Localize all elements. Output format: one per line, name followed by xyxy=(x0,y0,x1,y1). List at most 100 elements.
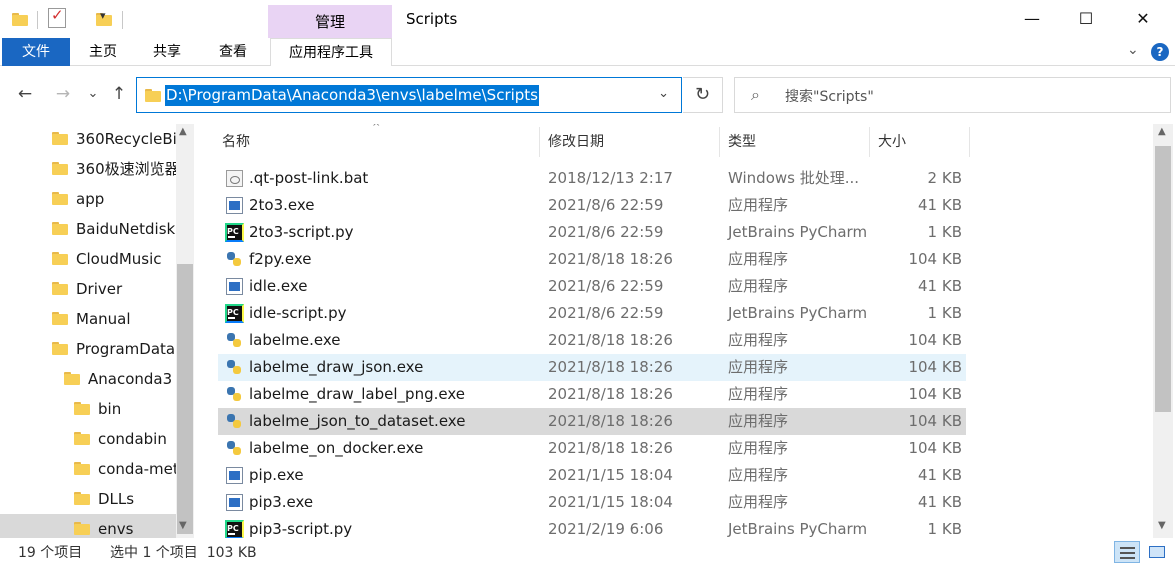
file-row[interactable]: idle-script.py 2021/8/6 22:59 JetBrains Py… xyxy=(218,299,966,327)
tree-item[interactable]: ProgramData xyxy=(0,334,176,364)
file-row[interactable]: labelme_json_to_dataset.exe 2021/8/18 18:… xyxy=(218,408,966,435)
file-row[interactable]: .qt-post-link.bat 2018/12/13 2:17 Windows … xyxy=(218,165,966,192)
scrollbar-thumb[interactable] xyxy=(177,264,193,534)
folder-icon xyxy=(52,132,68,145)
file-size: 41 KB xyxy=(918,466,962,484)
file-row[interactable]: pip3-script.py 2021/2/19 6:06 JetBrains Py… xyxy=(218,515,966,538)
tree-scrollbar[interactable]: ▲ ▼ xyxy=(176,124,194,538)
file-date: 2021/2/19 6:06 xyxy=(548,520,664,538)
tree-item-label: Driver xyxy=(76,280,123,298)
column-size[interactable]: 大小 xyxy=(870,127,970,157)
folder-icon xyxy=(12,13,28,26)
tab-home[interactable]: 主页 xyxy=(76,38,130,66)
python-icon xyxy=(226,332,243,349)
tree-item[interactable]: DLLs xyxy=(0,484,176,514)
up-button[interactable]: ↑ xyxy=(108,83,130,105)
file-row[interactable]: labelme_draw_label_png.exe 2021/8/18 18:2… xyxy=(218,381,966,408)
file-row[interactable]: idle.exe 2021/8/6 22:59 应用程序 41 KB xyxy=(218,273,966,300)
file-size: 2 KB xyxy=(927,169,962,187)
search-icon: ⌕ xyxy=(751,85,760,104)
folder-icon xyxy=(52,252,68,265)
scroll-up-icon[interactable]: ▲ xyxy=(1158,126,1166,137)
tab-application-tools[interactable]: 应用程序工具 xyxy=(270,38,392,67)
customize-dropdown-icon[interactable]: ▾ xyxy=(100,9,106,29)
file-type: JetBrains PyCharm xyxy=(728,223,868,241)
file-date: 2018/12/13 2:17 xyxy=(548,169,673,187)
details-view-icon[interactable] xyxy=(1114,541,1140,563)
forward-button[interactable]: → xyxy=(52,83,74,105)
scrollbar-thumb[interactable] xyxy=(1155,146,1171,412)
ribbon-expand-icon[interactable]: ⌄ xyxy=(1127,42,1139,58)
file-size: 104 KB xyxy=(908,250,962,268)
file-row[interactable]: pip3.exe 2021/1/15 18:04 应用程序 41 KB xyxy=(218,489,966,516)
search-input[interactable]: ⌕ 搜索"Scripts" xyxy=(734,77,1171,113)
refresh-button[interactable]: ↻ xyxy=(683,77,723,113)
file-date: 2021/8/18 18:26 xyxy=(548,439,673,457)
tree-item[interactable]: condabin xyxy=(0,424,176,454)
folder-icon xyxy=(74,522,90,535)
exe-icon xyxy=(226,467,243,484)
scroll-down-icon[interactable]: ▼ xyxy=(1158,520,1166,531)
python-icon xyxy=(226,251,243,268)
help-icon[interactable]: ? xyxy=(1151,43,1169,61)
item-count: 19 个项目 xyxy=(18,545,83,561)
file-list: ^ 名称 修改日期 类型 大小 .qt-post-link.bat 2018/12… xyxy=(196,124,1153,538)
tree-item[interactable]: 360RecycleBin xyxy=(0,124,176,154)
scroll-up-icon[interactable]: ▲ xyxy=(179,126,187,137)
folder-icon xyxy=(52,342,68,355)
tree-item[interactable]: conda-meta xyxy=(0,454,176,484)
properties-check-icon[interactable]: ✓ xyxy=(48,6,66,28)
column-name[interactable]: 名称 xyxy=(214,127,540,157)
tab-file[interactable]: 文件 xyxy=(2,38,70,66)
column-date[interactable]: 修改日期 xyxy=(540,127,720,157)
file-type: 应用程序 xyxy=(728,385,789,403)
file-row[interactable]: labelme_draw_json.exe 2021/8/18 18:26 应用程序… xyxy=(218,354,966,381)
column-type[interactable]: 类型 xyxy=(720,127,870,157)
file-name: pip3-script.py xyxy=(249,520,353,538)
tree-item[interactable]: bin xyxy=(0,394,176,424)
tab-manage-context[interactable]: 管理 xyxy=(268,5,392,38)
file-size: 104 KB xyxy=(908,358,962,376)
tree-item[interactable]: CloudMusic xyxy=(0,244,176,274)
file-row[interactable]: 2to3-script.py 2021/8/6 22:59 JetBrains Py… xyxy=(218,218,966,246)
tree-item[interactable]: Manual xyxy=(0,304,176,334)
tab-view[interactable]: 查看 xyxy=(206,38,260,66)
exe-icon xyxy=(226,494,243,511)
pycharm-icon xyxy=(225,218,244,245)
tree-item[interactable]: Driver xyxy=(0,274,176,304)
tree-item-label: 360极速浏览器 xyxy=(76,160,176,178)
address-bar[interactable]: D:\ProgramData\Anaconda3\envs\labelme\Sc… xyxy=(136,77,682,113)
file-size: 41 KB xyxy=(918,196,962,214)
back-button[interactable]: ← xyxy=(14,83,36,105)
file-row[interactable]: labelme_on_docker.exe 2021/8/18 18:26 应用程序… xyxy=(218,435,966,462)
divider xyxy=(37,11,38,29)
tree-item-label: bin xyxy=(98,400,122,418)
file-date: 2021/8/18 18:26 xyxy=(548,385,673,403)
tree-item-label: envs xyxy=(98,520,134,538)
file-row[interactable]: labelme.exe 2021/8/18 18:26 应用程序 104 KB xyxy=(218,327,966,354)
tab-share[interactable]: 共享 xyxy=(140,38,194,66)
tree-item[interactable]: Anaconda3 xyxy=(0,364,176,394)
file-name: 2to3.exe xyxy=(249,196,315,214)
maximize-button[interactable]: ☐ xyxy=(1063,0,1109,38)
file-row[interactable]: f2py.exe 2021/8/18 18:26 应用程序 104 KB xyxy=(218,246,966,273)
file-size: 1 KB xyxy=(927,304,962,322)
file-type: 应用程序 xyxy=(728,196,789,214)
recent-locations-button[interactable]: ⌄ xyxy=(82,83,104,105)
tree-item[interactable]: BaiduNetdiskDownload xyxy=(0,214,176,244)
file-row[interactable]: pip.exe 2021/1/15 18:04 应用程序 41 KB xyxy=(218,462,966,489)
minimize-button[interactable]: — xyxy=(1009,0,1055,38)
file-row[interactable]: 2to3.exe 2021/8/6 22:59 应用程序 41 KB xyxy=(218,192,966,219)
file-type: 应用程序 xyxy=(728,439,789,457)
file-list-scrollbar[interactable]: ▲ ▼ xyxy=(1153,124,1173,538)
tree-item[interactable]: envs xyxy=(0,514,176,538)
close-button[interactable]: ✕ xyxy=(1120,0,1166,38)
large-icons-view-icon[interactable] xyxy=(1144,541,1170,563)
file-name: pip3.exe xyxy=(249,493,314,511)
tree-item[interactable]: 360极速浏览器 xyxy=(0,154,176,184)
scroll-down-icon[interactable]: ▼ xyxy=(179,520,187,531)
chevron-down-icon[interactable]: ⌄ xyxy=(658,86,669,101)
tree-item[interactable]: app xyxy=(0,184,176,214)
window-title: Scripts xyxy=(406,10,458,28)
address-path[interactable]: D:\ProgramData\Anaconda3\envs\labelme\Sc… xyxy=(165,85,539,106)
